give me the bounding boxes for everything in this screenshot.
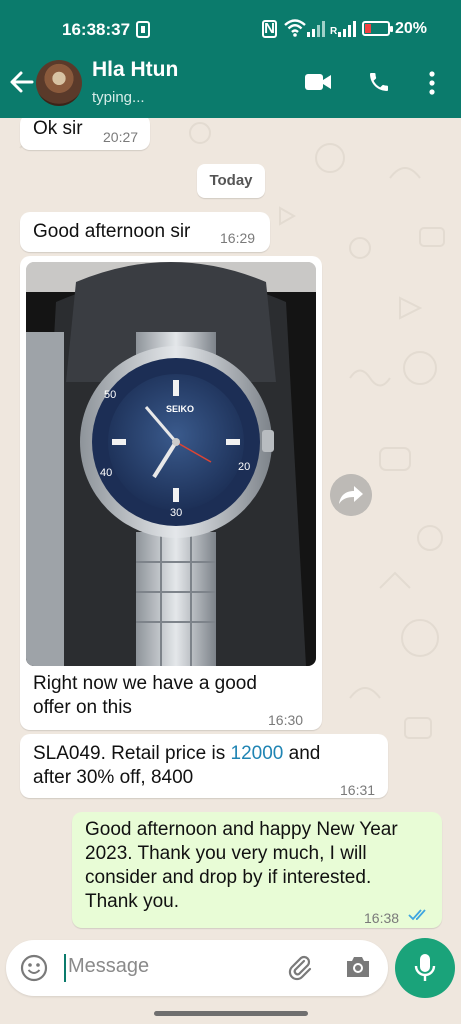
message-incoming[interactable]: Ok sir 20:27: [20, 118, 150, 150]
message-incoming[interactable]: SLA049. Retail price is 12000 and after …: [20, 734, 388, 798]
photo-caption-line: offer on this: [33, 697, 132, 718]
nfc-icon: N: [262, 20, 277, 38]
voice-call-icon[interactable]: [367, 70, 391, 94]
read-receipt-icon: [408, 909, 426, 921]
wifi-icon: [284, 19, 306, 37]
message-text-line: Good afternoon and happy New Year: [85, 819, 398, 840]
message-time: 16:38: [364, 910, 400, 926]
message-text-line: Thank you.: [85, 891, 179, 912]
message-text-line: after 30% off, 8400: [33, 767, 194, 788]
price-link[interactable]: 12000: [231, 743, 284, 764]
signal-2-icon: R: [330, 21, 356, 37]
message-text-segment: SLA049. Retail price is: [33, 743, 231, 764]
date-separator: Today: [197, 164, 265, 198]
message-input-bar[interactable]: Message: [6, 940, 388, 996]
watch-brand: SEIKO: [166, 404, 194, 414]
message-text-segment: and: [283, 743, 321, 764]
chat-header: 16:38:37 N R 20% Hla Htun typing...: [0, 0, 461, 118]
message-outgoing[interactable]: Good afternoon and happy New Year 2023. …: [72, 812, 442, 928]
more-options-icon[interactable]: [424, 70, 440, 96]
svg-text:R: R: [330, 26, 338, 37]
gesture-nav-bar[interactable]: [154, 1011, 308, 1016]
message-time: 16:31: [340, 782, 376, 798]
mic-icon: [414, 954, 436, 981]
message-text: Ok sir: [33, 118, 83, 139]
message-incoming-photo[interactable]: SEIKO 50 40 30 20 Right now we have a go…: [20, 256, 322, 730]
message-text-line: 2023. Thank you very much, I will: [85, 843, 367, 864]
battery-icon: [362, 21, 393, 36]
attach-icon[interactable]: [286, 954, 314, 982]
watch-photo[interactable]: SEIKO 50 40 30 20: [26, 262, 316, 666]
contact-status: typing...: [92, 89, 145, 106]
bezel-marker: 40: [100, 467, 112, 479]
chat-area[interactable]: Ok sir 20:27 Today Good afternoon sir 16…: [0, 118, 461, 940]
battery-percent: 20%: [395, 20, 428, 37]
status-bar: 16:38:37 N R 20%: [0, 0, 461, 58]
message-text: Good afternoon sir: [33, 221, 191, 242]
bezel-marker: 20: [238, 461, 250, 473]
video-call-icon[interactable]: [304, 70, 332, 94]
forward-icon[interactable]: [330, 474, 372, 516]
mic-button[interactable]: [395, 938, 455, 998]
emoji-icon[interactable]: [20, 954, 48, 982]
back-arrow-icon[interactable]: [8, 68, 36, 96]
contact-name[interactable]: Hla Htun: [92, 58, 178, 82]
signal-1-icon: [307, 21, 325, 37]
message-time: 20:27: [103, 129, 139, 145]
camera-icon[interactable]: [344, 954, 372, 980]
text-cursor: [64, 954, 66, 982]
message-time: 16:29: [220, 230, 256, 246]
avatar[interactable]: [36, 60, 82, 106]
bezel-marker: 50: [104, 389, 116, 401]
message-text-line: SLA049. Retail price is 12000 and: [33, 742, 320, 766]
message-input[interactable]: Message: [68, 955, 149, 978]
message-incoming[interactable]: Good afternoon sir 16:29: [20, 212, 270, 252]
message-time: 16:30: [268, 712, 304, 728]
message-text-line: consider and drop by if interested.: [85, 867, 372, 888]
watch-image: SEIKO 50 40 30 20: [26, 262, 316, 666]
bezel-marker: 30: [170, 507, 182, 519]
photo-caption-line: Right now we have a good: [33, 673, 257, 694]
sim-icon: [136, 21, 150, 38]
status-time: 16:38:37: [62, 20, 131, 39]
